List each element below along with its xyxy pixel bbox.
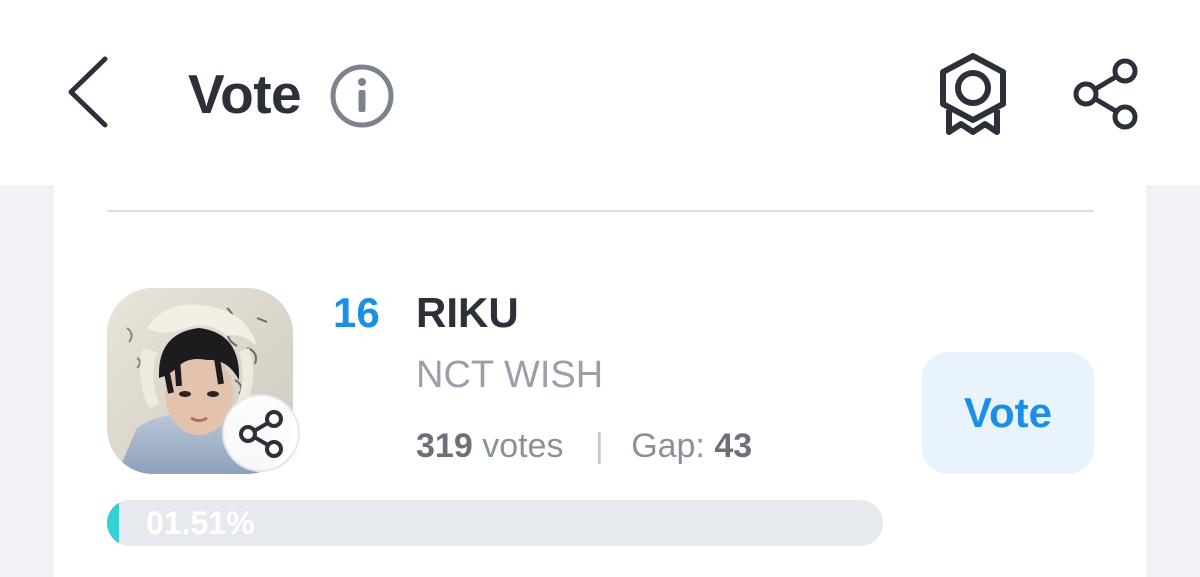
vote-progress-fill bbox=[107, 500, 119, 546]
candidate-rank: 16 bbox=[333, 289, 380, 336]
page-title: Vote bbox=[188, 63, 302, 125]
votes-count: 319 bbox=[416, 427, 473, 465]
gap-label: Gap: bbox=[631, 427, 705, 465]
ranking-badge-button[interactable] bbox=[935, 52, 1011, 138]
info-icon bbox=[330, 64, 394, 128]
candidate-name: RIKU bbox=[416, 289, 519, 336]
candidate-group: NCT WISH bbox=[416, 354, 604, 396]
award-badge-icon bbox=[940, 53, 1006, 135]
share-icon bbox=[1073, 58, 1138, 130]
info-button[interactable] bbox=[328, 62, 396, 130]
header-bar: Vote bbox=[0, 0, 1200, 185]
vote-percentage: 01.51% bbox=[146, 505, 255, 541]
vote-button[interactable]: Vote bbox=[922, 352, 1094, 474]
back-button[interactable] bbox=[58, 52, 118, 132]
gap-value: 43 bbox=[714, 427, 753, 465]
share-icon bbox=[239, 410, 283, 458]
vote-stats: 319 votes | Gap: 43 bbox=[416, 424, 752, 468]
votes-label: votes bbox=[482, 427, 564, 465]
share-button[interactable] bbox=[1068, 56, 1144, 132]
divider bbox=[107, 210, 1094, 212]
vote-page: Vote 16 RIKU NCT WISH 319 votes | Gap: 4… bbox=[0, 0, 1200, 577]
avatar-share-button[interactable] bbox=[222, 394, 300, 472]
stats-separator: | bbox=[594, 427, 604, 465]
chevron-left-icon bbox=[68, 56, 108, 128]
